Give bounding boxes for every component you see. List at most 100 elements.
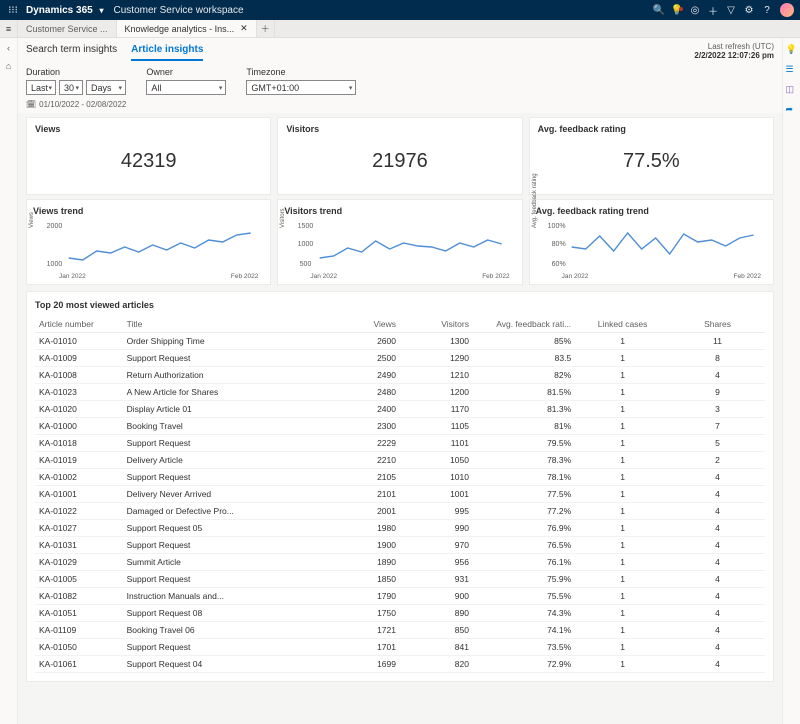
trend-visitors: Visitors trend Visitors 1500 1000 500 Ja… bbox=[277, 199, 522, 285]
col-visitors[interactable]: Visitors bbox=[400, 316, 473, 333]
duration-count-select[interactable]: 30 bbox=[59, 80, 83, 95]
lightbulb-icon[interactable]: 💡 bbox=[786, 44, 798, 56]
cell: 1721 bbox=[327, 622, 400, 639]
cell: 1290 bbox=[400, 350, 473, 367]
svg-text:60%: 60% bbox=[551, 261, 565, 268]
filter-bar: Duration Last 30 Days 🗓 01/10/2022 - 02/… bbox=[18, 61, 782, 113]
user-avatar[interactable] bbox=[780, 3, 794, 17]
table-row[interactable]: KA-01031Support Request190097076.5%14 bbox=[35, 537, 765, 554]
table-row[interactable]: KA-01051Support Request 08175089074.3%14 bbox=[35, 605, 765, 622]
help-icon[interactable]: ? bbox=[758, 5, 776, 16]
svg-text:80%: 80% bbox=[551, 241, 565, 248]
target-icon[interactable]: ◎ bbox=[686, 5, 704, 16]
subtab-article-insights[interactable]: Article insights bbox=[131, 44, 203, 61]
table-row[interactable]: KA-01082Instruction Manuals and...179090… bbox=[35, 588, 765, 605]
cell: Delivery Article bbox=[123, 452, 327, 469]
kpi-views: Views 42319 bbox=[26, 117, 271, 195]
cell: 77.2% bbox=[473, 503, 575, 520]
share-icon[interactable]: ➦ bbox=[786, 104, 798, 116]
back-icon[interactable]: ‹ bbox=[3, 42, 15, 54]
table-row[interactable]: KA-01050Support Request170184173.5%14 bbox=[35, 639, 765, 656]
cell: 1 bbox=[575, 333, 670, 350]
table-row[interactable]: KA-01019Delivery Article2210105078.3%12 bbox=[35, 452, 765, 469]
table-row[interactable]: KA-01008Return Authorization2490121082%1… bbox=[35, 367, 765, 384]
cell: 85% bbox=[473, 333, 575, 350]
cell: KA-01050 bbox=[35, 639, 123, 656]
cell: 970 bbox=[400, 537, 473, 554]
filter-owner: Owner All bbox=[146, 67, 226, 109]
cell: Support Request bbox=[123, 350, 327, 367]
kpi-avg-feedback: Avg. feedback rating 77.5% bbox=[529, 117, 774, 195]
search-icon[interactable]: 🔍 bbox=[650, 5, 668, 16]
cell: 4 bbox=[670, 571, 765, 588]
cell: 956 bbox=[400, 554, 473, 571]
close-icon[interactable]: ✕ bbox=[240, 23, 248, 34]
left-rail: ‹ ⌂ bbox=[0, 38, 18, 724]
cell: Instruction Manuals and... bbox=[123, 588, 327, 605]
timezone-select[interactable]: GMT+01:00 bbox=[246, 80, 356, 95]
lightbulb-icon[interactable]: 💡 bbox=[668, 5, 686, 16]
trend-row: Views trend Views 2000 1000 Jan 2022 Feb… bbox=[18, 199, 782, 291]
teams-icon[interactable]: ◫ bbox=[786, 84, 798, 96]
app-launcher-icon[interactable]: ⁝⁝⁝ bbox=[6, 5, 20, 16]
table-row[interactable]: KA-01109Booking Travel 06172185074.1%14 bbox=[35, 622, 765, 639]
table-row[interactable]: KA-01023A New Article for Shares24801200… bbox=[35, 384, 765, 401]
cell: 81% bbox=[473, 418, 575, 435]
filter-icon[interactable]: ▽ bbox=[722, 5, 740, 16]
list-icon[interactable]: ☰ bbox=[786, 64, 798, 76]
cell: 11 bbox=[670, 333, 765, 350]
home-icon[interactable]: ⌂ bbox=[3, 60, 15, 72]
timezone-label: Timezone bbox=[246, 67, 356, 77]
table-row[interactable]: KA-01061Support Request 04169982072.9%14 bbox=[35, 656, 765, 673]
settings-icon[interactable]: ⚙ bbox=[740, 5, 758, 16]
table-row[interactable]: KA-01005Support Request185093175.9%14 bbox=[35, 571, 765, 588]
cell: 4 bbox=[670, 503, 765, 520]
cell: KA-01005 bbox=[35, 571, 123, 588]
table-row[interactable]: KA-01009Support Request2500129083.518 bbox=[35, 350, 765, 367]
cell: 2600 bbox=[327, 333, 400, 350]
add-icon[interactable]: ＋ bbox=[704, 3, 722, 18]
kpi-value: 77.5% bbox=[538, 134, 765, 188]
col-avg-feedback[interactable]: Avg. feedback rati... bbox=[473, 316, 575, 333]
main-content: Search term insights Article insights La… bbox=[18, 38, 782, 724]
duration-unit-select[interactable]: Days bbox=[86, 80, 126, 95]
cell: KA-01000 bbox=[35, 418, 123, 435]
cell: 1210 bbox=[400, 367, 473, 384]
trend-views: Views trend Views 2000 1000 Jan 2022 Feb… bbox=[26, 199, 271, 285]
col-shares[interactable]: Shares bbox=[670, 316, 765, 333]
cell: 81.3% bbox=[473, 401, 575, 418]
table-row[interactable]: KA-01027Support Request 05198099076.9%14 bbox=[35, 520, 765, 537]
cell: KA-01002 bbox=[35, 469, 123, 486]
table-row[interactable]: KA-01001Delivery Never Arrived2101100177… bbox=[35, 486, 765, 503]
chevron-down-icon: ▾ bbox=[100, 6, 104, 15]
tab-knowledge-analytics[interactable]: Knowledge analytics - Ins... ✕ bbox=[117, 20, 257, 37]
table-row[interactable]: KA-01029Summit Article189095676.1%14 bbox=[35, 554, 765, 571]
subtab-search-term[interactable]: Search term insights bbox=[26, 44, 117, 61]
refresh-time: 2/2/2022 12:07:26 pm bbox=[694, 51, 774, 60]
col-title[interactable]: Title bbox=[123, 316, 327, 333]
cell: 2 bbox=[670, 452, 765, 469]
cell: KA-01018 bbox=[35, 435, 123, 452]
hamburger-icon[interactable]: ≡ bbox=[0, 20, 18, 37]
table-row[interactable]: KA-01018Support Request2229110179.5%15 bbox=[35, 435, 765, 452]
table-row[interactable]: KA-01010Order Shipping Time2600130085%11… bbox=[35, 333, 765, 350]
kpi-label: Avg. feedback rating bbox=[538, 124, 765, 134]
col-views[interactable]: Views bbox=[327, 316, 400, 333]
col-linked-cases[interactable]: Linked cases bbox=[575, 316, 670, 333]
table-row[interactable]: KA-01002Support Request2105101078.1%14 bbox=[35, 469, 765, 486]
table-row[interactable]: KA-01000Booking Travel2300110581%17 bbox=[35, 418, 765, 435]
cell: 841 bbox=[400, 639, 473, 656]
tab-customer-service[interactable]: Customer Service ... bbox=[18, 20, 117, 37]
date-range-display: 🗓 01/10/2022 - 02/08/2022 bbox=[26, 100, 126, 109]
add-tab-button[interactable]: ＋ bbox=[257, 20, 275, 37]
table-row[interactable]: KA-01020Display Article 012400117081.3%1… bbox=[35, 401, 765, 418]
cell: 3 bbox=[670, 401, 765, 418]
col-article-number[interactable]: Article number bbox=[35, 316, 123, 333]
cell: 2001 bbox=[327, 503, 400, 520]
owner-select[interactable]: All bbox=[146, 80, 226, 95]
table-row[interactable]: KA-01022Damaged or Defective Pro...20019… bbox=[35, 503, 765, 520]
brand-switcher[interactable]: Dynamics 365 ▾ bbox=[26, 5, 104, 16]
cell: 4 bbox=[670, 486, 765, 503]
session-tabs: ≡ Customer Service ... Knowledge analyti… bbox=[0, 20, 800, 38]
duration-mode-select[interactable]: Last bbox=[26, 80, 56, 95]
